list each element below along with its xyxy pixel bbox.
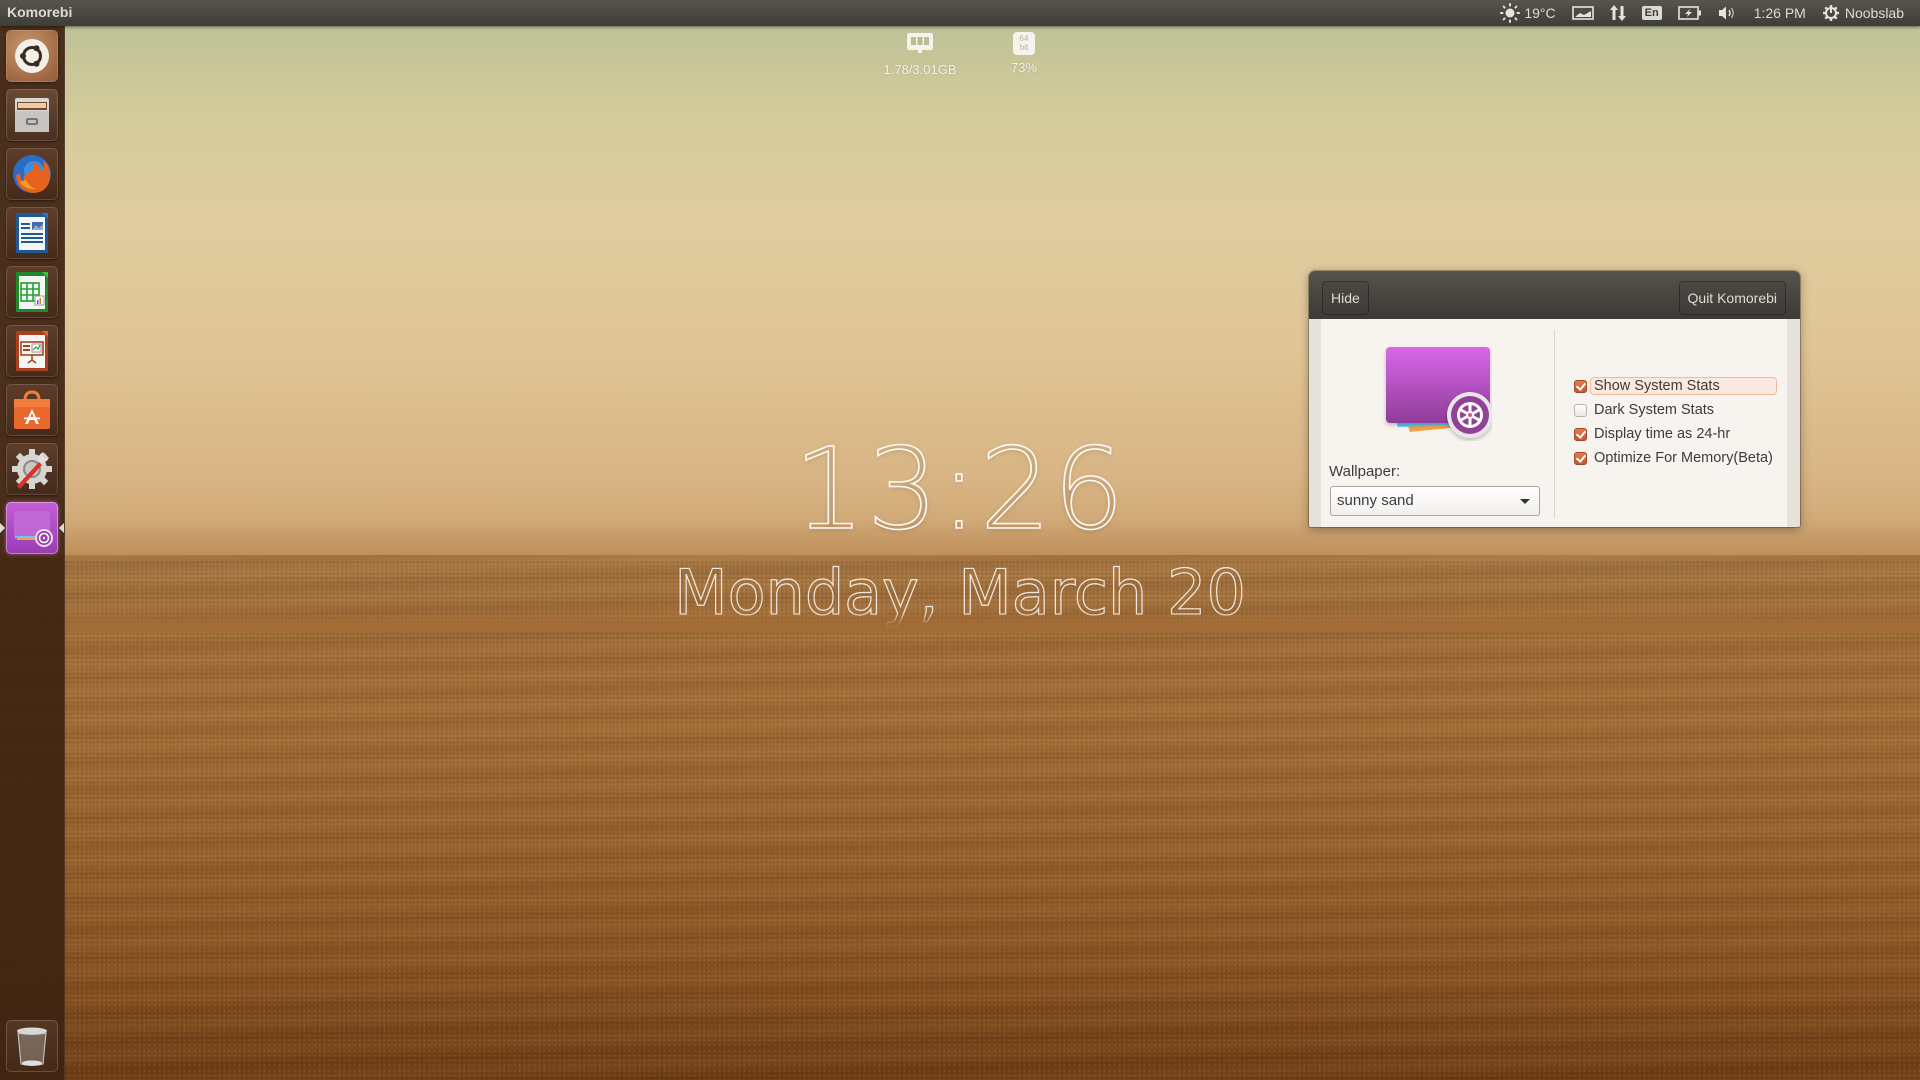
weather-indicator[interactable]: 19°C bbox=[1492, 0, 1563, 26]
display-indicator[interactable] bbox=[1564, 0, 1602, 26]
gear-power-icon bbox=[1822, 4, 1840, 22]
launcher-item-firefox[interactable] bbox=[6, 148, 58, 200]
launcher-item-files[interactable] bbox=[6, 89, 58, 141]
panel-time: 1:26 PM bbox=[1753, 5, 1806, 21]
sand-foreground-occluder bbox=[0, 612, 1920, 632]
optimize-memory-checkbox[interactable]: Optimize For Memory(Beta) bbox=[1574, 448, 1773, 468]
volume-indicator[interactable] bbox=[1710, 0, 1746, 26]
launcher-item-calc[interactable] bbox=[6, 266, 58, 318]
battery-indicator[interactable] bbox=[1670, 0, 1710, 26]
indicator-area: 19°C En 1:26 PM Noobslab bbox=[1492, 0, 1912, 26]
file-cabinet-icon bbox=[11, 94, 53, 136]
firefox-icon bbox=[10, 152, 54, 196]
wallpaper-dropdown[interactable]: sunny sand bbox=[1330, 486, 1540, 516]
dark-system-stats-checkbox[interactable]: Dark System Stats bbox=[1574, 400, 1714, 420]
dialog-content: Wallpaper: sunny sand Show System Stats … bbox=[1321, 319, 1787, 527]
dialog-body: Wallpaper: sunny sand Show System Stats … bbox=[1309, 319, 1800, 527]
sun-icon bbox=[1500, 3, 1521, 23]
memory-usage-text: 1.78/3.01GB bbox=[883, 62, 957, 77]
launcher-item-dash[interactable] bbox=[6, 30, 58, 82]
battery-charging-icon bbox=[1677, 6, 1702, 20]
unity-launcher bbox=[0, 26, 65, 1080]
session-indicator[interactable]: Noobslab bbox=[1814, 0, 1912, 26]
komorebi-icon bbox=[9, 507, 55, 549]
display-24hr-checkbox[interactable]: Display time as 24-hr bbox=[1574, 424, 1730, 444]
writer-document-icon bbox=[12, 211, 52, 255]
cpu-usage-text: 73% bbox=[1010, 60, 1038, 75]
keyboard-layout-indicator[interactable]: En bbox=[1634, 0, 1670, 26]
dialog-header: Hide Quit Komorebi bbox=[1309, 271, 1800, 319]
launcher-item-impress[interactable] bbox=[6, 325, 58, 377]
launcher-item-trash[interactable] bbox=[6, 1020, 58, 1072]
memory-chip-icon bbox=[906, 33, 934, 57]
settings-wrench-icon bbox=[9, 446, 55, 492]
launcher-item-settings[interactable] bbox=[6, 443, 58, 495]
active-app-title: Komorebi bbox=[7, 4, 73, 20]
wallpaper-sand-texture bbox=[0, 560, 1920, 1080]
network-indicator[interactable] bbox=[1602, 0, 1634, 26]
launcher-item-writer[interactable] bbox=[6, 207, 58, 259]
wallpaper-selected-value: sunny sand bbox=[1337, 492, 1414, 509]
top-panel: Komorebi 19°C En 1:26 PM Noobslab bbox=[0, 0, 1920, 26]
launcher-running-indicator bbox=[0, 523, 5, 533]
komorebi-preferences-dialog: Hide Quit Komorebi Wallpaper: sunny sand… bbox=[1309, 271, 1800, 527]
cpu-stat: 64 bit 73% bbox=[974, 32, 1074, 75]
checkbox-checked-icon bbox=[1574, 379, 1587, 393]
quit-komorebi-button[interactable]: Quit Komorebi bbox=[1678, 281, 1786, 315]
launcher-item-komorebi[interactable] bbox=[6, 502, 58, 554]
vertical-separator bbox=[1554, 330, 1555, 518]
wallpaper-label: Wallpaper: bbox=[1329, 463, 1401, 480]
checkbox-checked-icon bbox=[1574, 451, 1587, 465]
show-system-stats-checkbox[interactable]: Show System Stats bbox=[1574, 376, 1777, 396]
software-bag-icon bbox=[10, 388, 54, 432]
launcher-item-software[interactable] bbox=[6, 384, 58, 436]
checkbox-label: Show System Stats bbox=[1590, 377, 1777, 395]
checkbox-label: Optimize For Memory(Beta) bbox=[1594, 450, 1773, 466]
temperature-text: 19°C bbox=[1524, 5, 1556, 21]
checkbox-unchecked-icon bbox=[1574, 403, 1587, 417]
memory-stat: 1.78/3.01GB bbox=[870, 32, 970, 77]
volume-icon bbox=[1718, 5, 1738, 21]
user-name: Noobslab bbox=[1844, 5, 1904, 21]
checkbox-label: Dark System Stats bbox=[1594, 402, 1715, 418]
checkbox-label: Display time as 24-hr bbox=[1594, 426, 1731, 442]
calc-spreadsheet-icon bbox=[12, 270, 52, 314]
network-arrows-icon bbox=[1609, 4, 1626, 22]
komorebi-app-icon bbox=[1382, 345, 1493, 446]
chevron-down-icon bbox=[1520, 499, 1530, 504]
clock-indicator[interactable]: 1:26 PM bbox=[1746, 0, 1814, 26]
keyboard-layout-label: En bbox=[1641, 6, 1662, 20]
cpu-icon-top-text: 64 bbox=[1019, 34, 1029, 43]
cpu-icon-bottom-text: bit bbox=[1019, 43, 1029, 52]
impress-presentation-icon bbox=[12, 329, 52, 373]
ubuntu-logo-icon bbox=[12, 36, 52, 76]
hide-button[interactable]: Hide bbox=[1322, 281, 1369, 315]
checkbox-checked-icon bbox=[1574, 427, 1587, 441]
cpu-64bit-icon: 64 bit bbox=[1013, 32, 1035, 55]
launcher-focused-indicator bbox=[59, 523, 64, 533]
trash-icon bbox=[12, 1024, 52, 1068]
screen-icon bbox=[1571, 6, 1594, 20]
